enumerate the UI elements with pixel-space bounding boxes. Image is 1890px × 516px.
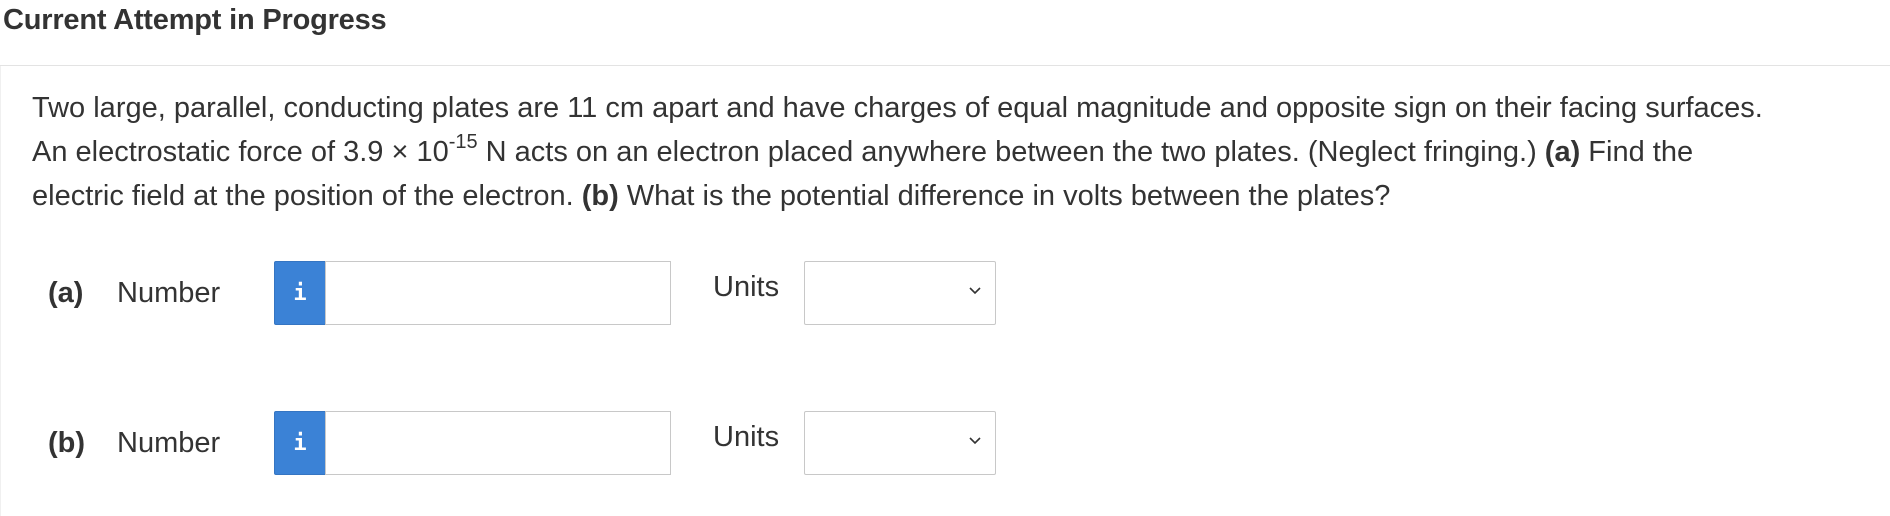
part-label: (b) <box>48 427 86 459</box>
info-button[interactable]: i <box>274 411 326 475</box>
number-input-a[interactable] <box>325 261 671 325</box>
info-icon: i <box>293 430 307 456</box>
chevron-down-icon <box>969 437 981 445</box>
number-label: Number <box>117 427 221 459</box>
info-button[interactable]: i <box>274 261 326 325</box>
question-line-3-start: electric field at the position of the el… <box>32 180 582 212</box>
answer-row-a: (a) Number i Units <box>0 261 1890 325</box>
question-line-1: Two large, parallel, conducting plates a… <box>32 92 1763 124</box>
units-label: Units <box>713 421 780 453</box>
number-input-b[interactable] <box>325 411 671 475</box>
info-icon: i <box>293 280 307 306</box>
part-a-marker: (a) <box>1544 136 1581 168</box>
question-line-3-end: What is the potential difference in volt… <box>618 180 1391 212</box>
part-label: (a) <box>48 277 84 309</box>
part-b-marker: (b) <box>581 180 619 212</box>
units-dropdown-b[interactable] <box>804 411 996 475</box>
question-line-2-mid: N acts on an electron placed anywhere be… <box>477 136 1545 168</box>
chevron-down-icon <box>969 287 981 295</box>
answer-row-b: (b) Number i Units <box>0 411 1890 475</box>
page-title: Current Attempt in Progress <box>3 4 387 36</box>
page-header: Current Attempt in Progress <box>0 0 1890 66</box>
question-line-2-end: Find the <box>1580 136 1694 168</box>
question-line-2-start: An electrostatic force of 3.9 × 10 <box>32 136 449 168</box>
exponent: -15 <box>448 131 478 154</box>
units-dropdown-a[interactable] <box>804 261 996 325</box>
question-text: Two large, parallel, conducting plates a… <box>32 86 1877 218</box>
number-label: Number <box>117 277 221 309</box>
units-label: Units <box>713 271 780 303</box>
